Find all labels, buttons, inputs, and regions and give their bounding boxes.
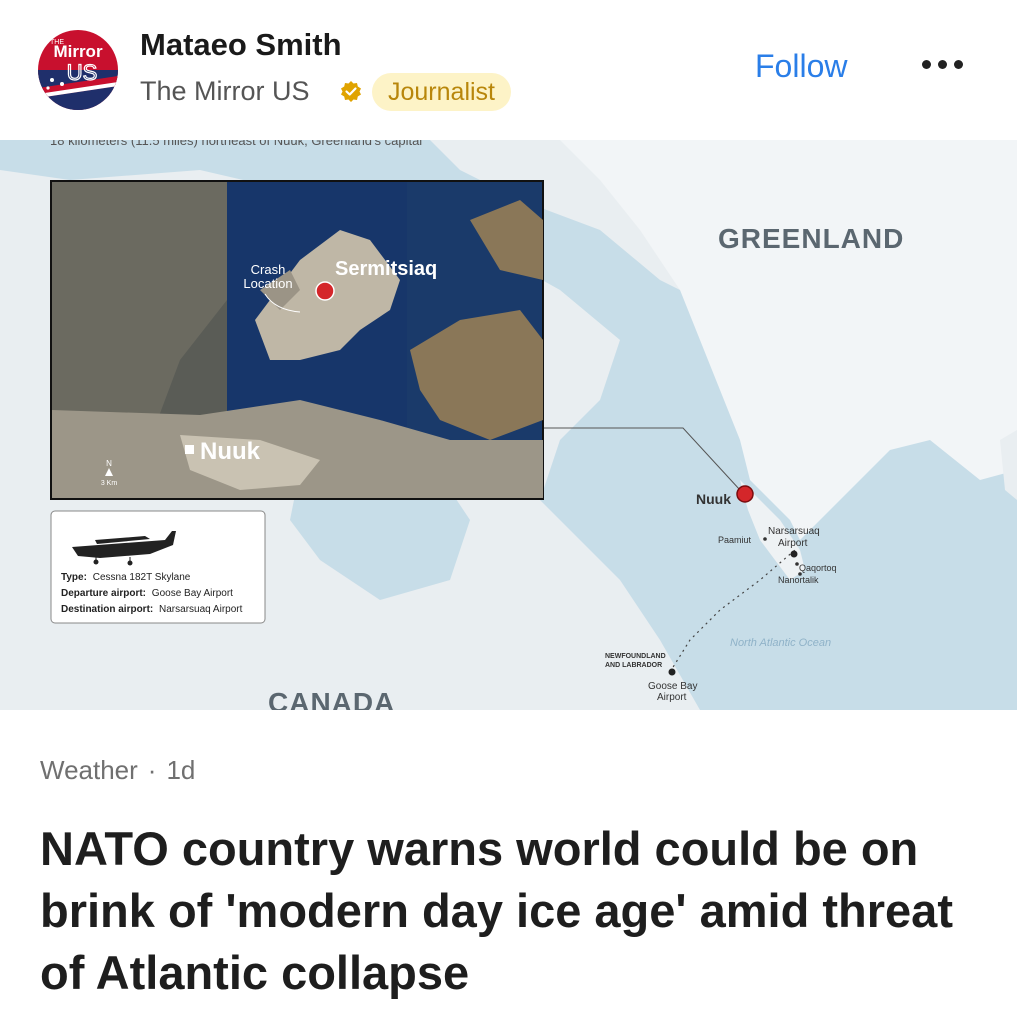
publication-name[interactable]: The Mirror US (140, 76, 310, 107)
crash-label: Crash (251, 262, 286, 277)
greenland-label: GREENLAND (718, 223, 904, 254)
more-dot (954, 60, 963, 69)
svg-text:Destination airport: N: Destination airport: Narsarsuaq Airport (61, 604, 243, 615)
narsarsuaq-label: Narsarsuaq (768, 526, 820, 537)
departure-value: Goose Bay Airport (152, 588, 233, 599)
narsarsuaq-airport-label: Airport (778, 538, 808, 549)
meta-separator: · (147, 755, 157, 785)
avatar-mirror-text: Mirror (53, 42, 103, 61)
qaqortoq-label: Qaqortoq (799, 563, 837, 573)
nuuk-map-label: Nuuk (696, 491, 731, 507)
scale-label: 3 Km (101, 480, 118, 487)
paamiut-label: Paamiut (718, 535, 752, 545)
sermitsiaq-label: Sermitsiaq (335, 258, 437, 280)
canada-label: CANADA (268, 687, 395, 710)
follow-button[interactable]: Follow (755, 48, 847, 85)
verified-badge-icon (341, 81, 361, 102)
article-map-image[interactable]: 18 kilometers (11.5 miles) northeast of … (0, 140, 1017, 710)
labrador-label: AND LABRADOR (605, 662, 662, 669)
plane-info-box: Type: Cessna 182T Skylane Departure airp… (50, 510, 266, 624)
crash-location-marker (315, 281, 335, 301)
type-label: Type: (61, 572, 87, 583)
more-dot (938, 60, 947, 69)
goose-bay-airport-label: Airport (657, 692, 687, 703)
nuuk-crash-marker (736, 485, 754, 503)
post-age: 1d (166, 755, 196, 785)
author-name[interactable]: Mataeo Smith (140, 27, 342, 63)
svg-text:Departure airport: Goo: Departure airport: Goose Bay Airport (61, 588, 233, 599)
category-link[interactable]: Weather (40, 755, 138, 785)
avatar-us-text: US (67, 60, 98, 85)
article-headline[interactable]: NATO country warns world could be on bri… (40, 818, 980, 1004)
svg-text:Type: Cessna 182T Skyl: Type: Cessna 182T Skylane (61, 572, 191, 583)
goose-bay-label: Goose Bay (648, 681, 697, 692)
journalist-badge: Journalist (372, 73, 511, 111)
more-options-icon[interactable] (922, 60, 963, 69)
north-arrow-label: N (106, 459, 112, 468)
publication-avatar[interactable]: THE Mirror US (38, 30, 118, 110)
satellite-inset: Crash Location Sermitsiaq Nuuk N 3 Km (50, 180, 544, 500)
location-label: Location (243, 276, 292, 291)
type-value: Cessna 182T Skylane (93, 572, 191, 583)
departure-label: Departure airport: (61, 588, 146, 599)
more-dot (922, 60, 931, 69)
destination-value: Narsarsuaq Airport (159, 604, 243, 615)
map-caption: 18 kilometers (11.5 miles) northeast of … (50, 140, 422, 148)
nanortalik-label: Nanortalik (778, 575, 819, 585)
article-meta: Weather · 1d (40, 755, 195, 786)
ocean-label: North Atlantic Ocean (730, 637, 831, 649)
post-header: THE Mirror US Mataeo Smith The Mirror US… (0, 0, 1017, 140)
destination-label: Destination airport: (61, 604, 153, 615)
inset-nuuk-label: Nuuk (200, 438, 261, 465)
newfoundland-label: NEWFOUNDLAND (605, 653, 666, 660)
